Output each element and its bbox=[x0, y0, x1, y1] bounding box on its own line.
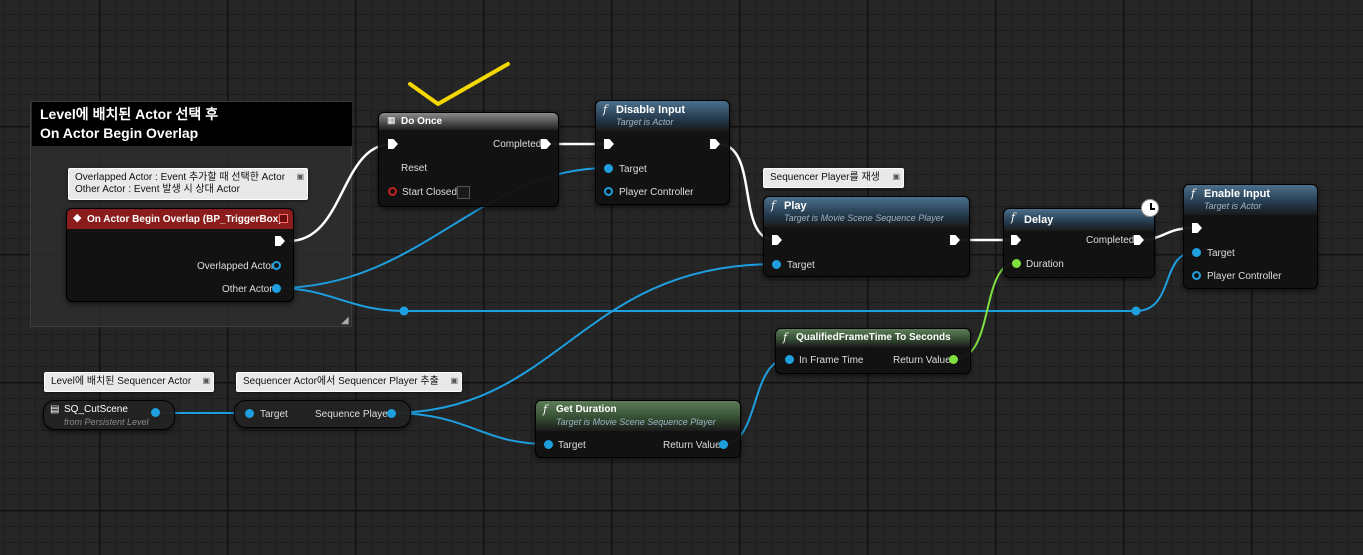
comment-bubble-play[interactable]: Sequencer Player를 재생 ▣ bbox=[763, 168, 904, 188]
pin-label-player-controller: Player Controller bbox=[619, 187, 694, 198]
function-icon: f bbox=[1011, 211, 1016, 224]
pin-label-overlapped-actor: Overlapped Actor bbox=[197, 261, 275, 272]
get-duration-return-pin[interactable] bbox=[719, 440, 728, 449]
bubble-overlap-line1: Overlapped Actor : Event 추가할 때 선택한 Actor bbox=[75, 172, 286, 183]
clapperboard-icon: ▤ bbox=[50, 404, 60, 415]
delay-header: f Delay bbox=[1004, 209, 1154, 231]
function-icon: f bbox=[1191, 187, 1196, 200]
bubble-extract-text: Sequencer Actor에서 Sequencer Player 추출 bbox=[243, 376, 439, 387]
play-header: f Play Target is Movie Scene Sequence Pl… bbox=[764, 197, 969, 227]
comment-bubble-overlap[interactable]: Overlapped Actor : Event 추가할 때 선택한 Actor… bbox=[68, 168, 308, 200]
pin-label-target: Target bbox=[787, 260, 815, 271]
disable-input-target-pin[interactable] bbox=[604, 164, 613, 173]
delay-duration-pin[interactable] bbox=[1012, 259, 1021, 268]
bubble-play-text: Sequencer Player를 재생 bbox=[770, 172, 880, 183]
pin-label-return-value: Return Value bbox=[893, 355, 951, 366]
play-title: Play bbox=[784, 200, 807, 212]
pin-label-target: Target bbox=[1207, 248, 1235, 259]
bubble-pin-icon[interactable]: ▣ bbox=[296, 171, 304, 183]
object-wire-player-duration bbox=[390, 412, 548, 445]
pin-label-return-value: Return Value bbox=[663, 440, 721, 451]
do-once-title: Do Once bbox=[401, 116, 443, 127]
disable-input-pc-pin[interactable] bbox=[604, 187, 613, 196]
qft-header: f QualifiedFrameTime To Seconds bbox=[776, 329, 970, 347]
pin-label-completed: Completed bbox=[1086, 235, 1135, 246]
checkmark-annotation-icon bbox=[408, 62, 510, 106]
pin-label-reset: Reset bbox=[401, 163, 428, 174]
comment-bubble-level-sequencer[interactable]: Level에 배치된 Sequencer Actor ▣ bbox=[44, 372, 214, 392]
enable-input-header: f Enable Input Target is Actor bbox=[1184, 185, 1317, 215]
enable-input-title: Enable Input bbox=[1204, 188, 1270, 200]
qft-return-value-pin[interactable] bbox=[949, 355, 958, 364]
disable-input-subtitle: Target is Actor bbox=[616, 117, 674, 127]
pin-label-target: Target bbox=[260, 409, 288, 420]
get-duration-target-pin[interactable] bbox=[544, 440, 553, 449]
sq-var-out-pin[interactable] bbox=[151, 408, 160, 417]
enable-input-target-pin[interactable] bbox=[1192, 248, 1201, 257]
pin-label-start-closed: Start Closed bbox=[402, 187, 458, 198]
clock-icon bbox=[1141, 199, 1159, 217]
bubble-level-sequencer-text: Level에 배치된 Sequencer Actor bbox=[51, 376, 192, 387]
function-icon: f bbox=[543, 403, 548, 416]
pin-label-other-actor: Other Actor bbox=[222, 284, 273, 295]
event-diamond-icon: ◆ bbox=[73, 212, 82, 224]
enable-input-pc-pin[interactable] bbox=[1192, 271, 1201, 280]
get-player-target-pin[interactable] bbox=[245, 409, 254, 418]
other-actor-pin[interactable] bbox=[272, 284, 281, 293]
qft-to-seconds-node[interactable]: f QualifiedFrameTime To Seconds bbox=[775, 328, 971, 374]
reroute-knot-left bbox=[399, 306, 409, 316]
qft-title: QualifiedFrameTime To Seconds bbox=[796, 332, 951, 343]
pin-label-in-frame-time: In Frame Time bbox=[799, 355, 864, 366]
start-closed-pin[interactable] bbox=[388, 187, 397, 196]
play-subtitle: Target is Movie Scene Sequence Player bbox=[784, 213, 944, 223]
function-icon: f bbox=[603, 103, 608, 116]
bubble-pin-icon[interactable]: ▣ bbox=[450, 375, 458, 387]
bubble-overlap-line2: Other Actor : Event 발생 시 상대 Actor bbox=[75, 184, 240, 195]
macro-grid-icon: ▦ bbox=[387, 115, 396, 125]
pin-label-completed: Completed bbox=[493, 139, 542, 150]
disable-input-title: Disable Input bbox=[616, 104, 686, 116]
reroute-knot-right bbox=[1131, 306, 1141, 316]
do-once-header: ▦ Do Once bbox=[379, 113, 558, 130]
overlapped-actor-pin[interactable] bbox=[272, 261, 281, 270]
bubble-pin-icon[interactable]: ▣ bbox=[202, 375, 210, 387]
pin-label-target: Target bbox=[558, 440, 586, 451]
get-duration-header: f Get Duration Target is Movie Scene Seq… bbox=[536, 401, 740, 431]
delegate-pin-icon[interactable] bbox=[279, 214, 288, 223]
play-target-pin[interactable] bbox=[772, 260, 781, 269]
qft-in-frame-time-pin[interactable] bbox=[785, 355, 794, 364]
start-closed-checkbox[interactable] bbox=[457, 186, 470, 199]
sequence-player-out-pin[interactable] bbox=[387, 409, 396, 418]
get-duration-subtitle: Target is Movie Scene Sequence Player bbox=[556, 417, 716, 427]
pin-label-sequence-player: Sequence Player bbox=[315, 409, 392, 420]
function-icon: f bbox=[783, 331, 788, 344]
disable-input-header: f Disable Input Target is Actor bbox=[596, 101, 729, 131]
pin-label-target: Target bbox=[619, 164, 647, 175]
pin-label-duration: Duration bbox=[1026, 259, 1064, 270]
pin-label-player-controller: Player Controller bbox=[1207, 271, 1282, 282]
comment-bubble-extract[interactable]: Sequencer Actor에서 Sequencer Player 추출 ▣ bbox=[236, 372, 462, 392]
event-node-header: ◆ On Actor Begin Overlap (BP_TriggerBox) bbox=[67, 209, 293, 229]
event-node-title: On Actor Begin Overlap (BP_TriggerBox) bbox=[87, 214, 282, 225]
sq-var-name: SQ_CutScene bbox=[64, 404, 128, 415]
delay-title: Delay bbox=[1024, 214, 1054, 226]
get-duration-title: Get Duration bbox=[556, 404, 617, 415]
sq-var-source: from Persistent Level bbox=[64, 417, 149, 427]
enable-input-subtitle: Target is Actor bbox=[1204, 201, 1262, 211]
bubble-pin-icon[interactable]: ▣ bbox=[892, 171, 900, 183]
function-icon: f bbox=[771, 199, 776, 212]
